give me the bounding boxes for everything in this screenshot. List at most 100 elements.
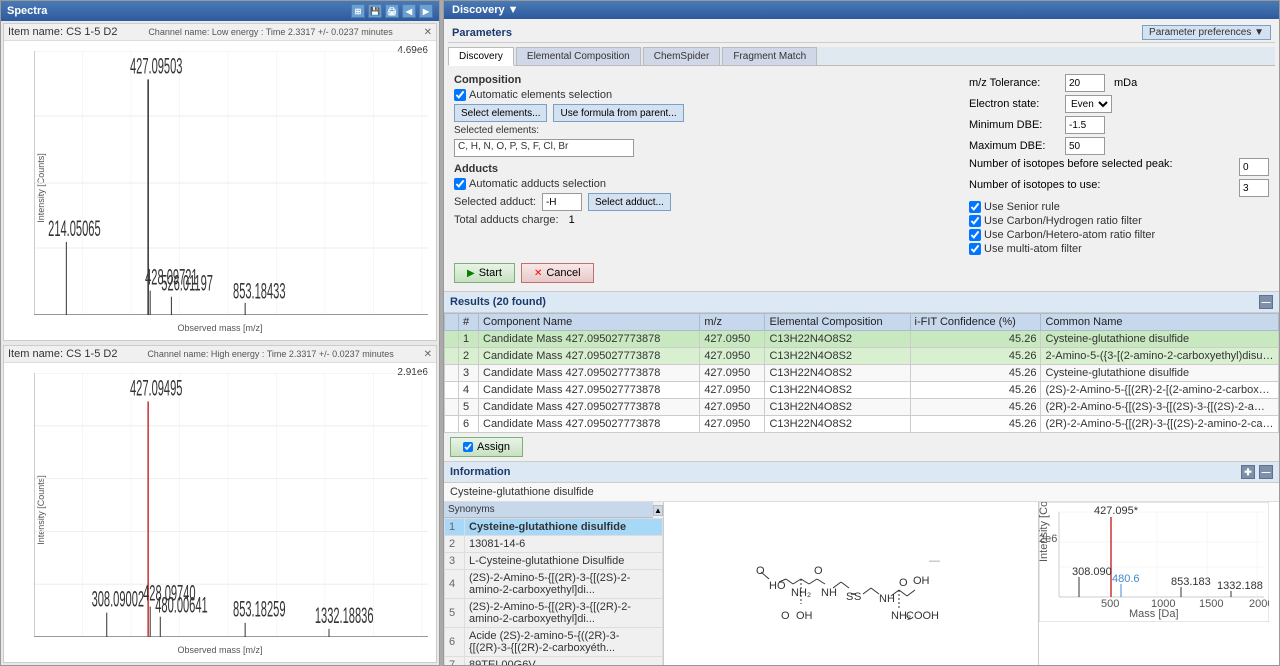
start-btn[interactable]: ▶ Start — [454, 263, 515, 283]
svg-text:480.00641: 480.00641 — [155, 592, 207, 617]
parameter-preferences-btn[interactable]: Parameter preferences ▼ — [1142, 25, 1271, 40]
tab-discovery[interactable]: Discovery — [448, 47, 514, 66]
min-dbe-input[interactable] — [1065, 116, 1105, 134]
use-formula-btn[interactable]: Use formula from parent... — [553, 104, 683, 122]
table-row[interactable]: 2 Candidate Mass 427.095027773878 427.09… — [445, 348, 1279, 365]
table-row[interactable]: 6 Candidate Mass 427.095027773878 427.09… — [445, 416, 1279, 433]
table-row[interactable]: 5 Candidate Mass 427.095027773878 427.09… — [445, 399, 1279, 416]
grid-icon[interactable]: ⊞ — [351, 4, 365, 18]
results-table-scroll[interactable]: # Component Name m/z Elemental Compositi… — [444, 313, 1279, 433]
row-component-name: Candidate Mass 427.095027773878 — [479, 416, 700, 433]
nav-back-icon[interactable]: ◀ — [402, 4, 416, 18]
assign-btn[interactable]: Assign — [450, 437, 523, 457]
synonyms-table: 1Cysteine-glutathione disulfide213081-14… — [444, 518, 663, 665]
assign-checkbox[interactable] — [463, 442, 473, 452]
table-row[interactable]: 4 Candidate Mass 427.095027773878 427.09… — [445, 382, 1279, 399]
svg-text:1500: 1500 — [1199, 598, 1223, 610]
ch-filter-checkbox[interactable] — [969, 215, 981, 227]
ch-atom-filter-checkbox[interactable] — [969, 229, 981, 241]
results-section: Results (20 found) — # Component Name m/… — [444, 292, 1279, 462]
row-component-name: Candidate Mass 427.095027773878 — [479, 365, 700, 382]
tab-chemspider[interactable]: ChemSpider — [643, 47, 721, 65]
ch-atom-filter-label: Use Carbon/Hetero-atom ratio filter — [984, 229, 1155, 241]
electron-state-select[interactable]: EvenOddBoth — [1065, 95, 1112, 113]
results-collapse-btn[interactable]: — — [1259, 295, 1273, 309]
syn-name: L-Cysteine-glutathione Disulfide — [465, 553, 663, 570]
syn-num: 4 — [445, 570, 465, 599]
adduct-input[interactable] — [542, 193, 582, 211]
row-num: 5 — [459, 399, 479, 416]
spectrum2-channel-name: Channel name: High energy : Time 2.3317 … — [147, 349, 393, 359]
synonyms-scroll-area[interactable]: 1Cysteine-glutathione disulfide213081-14… — [444, 518, 663, 665]
spectrum2-close-btn[interactable]: ✕ — [424, 349, 432, 360]
svg-text:—: — — [929, 555, 940, 567]
info-header-controls: ✚ — — [1241, 465, 1273, 479]
information-section: Information ✚ — Cysteine-glutathione dis… — [444, 462, 1279, 665]
discovery-panel: Discovery ▼ Parameters Parameter prefere… — [443, 0, 1280, 666]
info-compound-name: Cysteine-glutathione disulfide — [444, 483, 1279, 502]
list-item[interactable]: 4(2S)-2-Amino-5-{[(2R)-3-{[(2S)-2-amino-… — [445, 570, 663, 599]
discovery-title: Discovery ▼ — [452, 4, 519, 16]
list-item[interactable]: 3L-Cysteine-glutathione Disulfide — [445, 553, 663, 570]
synonyms-panel: Synonyms ▲ 1Cysteine-glutathione disulfi… — [444, 502, 664, 665]
multi-atom-filter-checkbox[interactable] — [969, 243, 981, 255]
svg-text:Mass [Da]: Mass [Da] — [1129, 608, 1179, 620]
auto-adducts-checkbox[interactable] — [454, 178, 466, 190]
tolerances-column: m/z Tolerance: mDa Electron state: EvenO… — [969, 74, 1269, 255]
tab-fragment-match[interactable]: Fragment Match — [722, 47, 817, 65]
list-item[interactable]: 5(2S)-2-Amino-5-{[(2R)-3-{[(2R)-2-amino-… — [445, 599, 663, 628]
cancel-btn[interactable]: ✕ Cancel — [521, 263, 594, 283]
spectrum1-close-btn[interactable]: ✕ — [424, 27, 432, 38]
isotopes-before-input[interactable] — [1239, 158, 1269, 176]
row-formula: C13H22N4O8S2 — [765, 331, 910, 348]
composition-column: Composition Automatic elements selection… — [454, 74, 959, 255]
structure-svg: O HO NH₂ O NH S S — [751, 524, 951, 644]
spectra-panel: Spectra ⊞ 💾 🖨 ◀ ▶ Item name: CS 1-5 D2 C… — [0, 0, 440, 666]
nav-fwd-icon[interactable]: ▶ — [419, 4, 433, 18]
svg-text:308.09002: 308.09002 — [92, 586, 144, 611]
tab-elemental-composition[interactable]: Elemental Composition — [516, 47, 641, 65]
svg-text:526.01197: 526.01197 — [161, 270, 213, 295]
table-row[interactable]: 1 Candidate Mass 427.095027773878 427.09… — [445, 331, 1279, 348]
isotopes-use-input[interactable] — [1239, 179, 1269, 197]
senior-rule-row: Use Senior rule — [969, 201, 1269, 213]
parameters-title: Parameters Parameter preferences ▼ — [448, 23, 1275, 43]
select-adduct-btn[interactable]: Select adduct... — [588, 193, 671, 211]
save-icon[interactable]: 💾 — [368, 4, 382, 18]
row-component-name: Candidate Mass 427.095027773878 — [479, 382, 700, 399]
table-row[interactable]: 3 Candidate Mass 427.095027773878 427.09… — [445, 365, 1279, 382]
list-item[interactable]: 213081-14-6 — [445, 536, 663, 553]
list-item[interactable]: 6Acide (2S)-2-amino-5-{((2R)-3-{[(2R)-3-… — [445, 628, 663, 657]
col-common: Common Name — [1041, 314, 1279, 331]
synonyms-scroll-up[interactable]: ▲ — [653, 505, 663, 516]
adducts-title: Adducts — [454, 163, 959, 175]
multi-atom-filter-label: Use multi-atom filter — [984, 243, 1082, 255]
mz-tolerance-input[interactable] — [1065, 74, 1105, 92]
svg-text:427.095*: 427.095* — [1094, 505, 1139, 517]
syn-name: (2S)-2-Amino-5-{[(2R)-3-{[(2R)-2-amino-2… — [465, 599, 663, 628]
list-item[interactable]: 789TEL00G6V — [445, 657, 663, 666]
senior-rule-checkbox[interactable] — [969, 201, 981, 213]
info-collapse-btn[interactable]: — — [1259, 465, 1273, 479]
row-common-name: Cysteine-glutathione disulfide — [1041, 365, 1279, 382]
spectrum1-channel-name: Channel name: Low energy : Time 2.3317 +… — [148, 27, 392, 37]
svg-text:853.18433: 853.18433 — [233, 278, 286, 303]
row-flag — [445, 348, 459, 365]
row-confidence: 45.26 — [910, 416, 1041, 433]
auto-elements-checkbox[interactable] — [454, 89, 466, 101]
total-charge-value: 1 — [569, 214, 575, 226]
mz-tolerance-unit: mDa — [1114, 77, 1137, 89]
print-icon[interactable]: 🖨 — [385, 4, 399, 18]
row-component-name: Candidate Mass 427.095027773878 — [479, 331, 700, 348]
auto-adducts-label: Automatic adducts selection — [469, 178, 606, 190]
synonyms-header: Synonyms ▲ — [444, 502, 663, 518]
info-expand-btn[interactable]: ✚ — [1241, 465, 1255, 479]
list-item[interactable]: 1Cysteine-glutathione disulfide — [445, 519, 663, 536]
select-elements-btn[interactable]: Select elements... — [454, 104, 547, 122]
spectra-title: Spectra — [7, 5, 47, 17]
results-header: Results (20 found) — — [444, 292, 1279, 313]
elements-display-row: C, H, N, O, P, S, F, Cl, Br — [454, 139, 959, 157]
row-flag — [445, 365, 459, 382]
information-header: Information ✚ — — [444, 462, 1279, 483]
max-dbe-input[interactable] — [1065, 137, 1105, 155]
